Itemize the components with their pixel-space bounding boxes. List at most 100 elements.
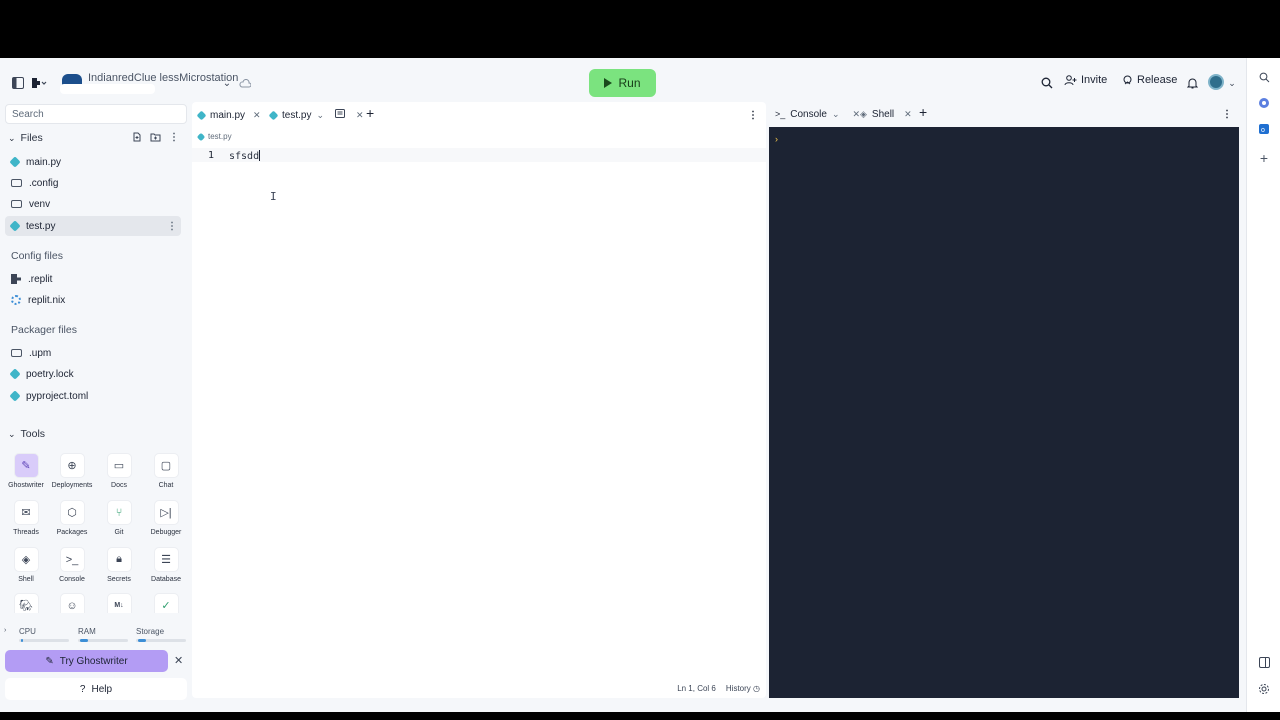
history-label: History bbox=[725, 683, 751, 693]
more-options-icon[interactable]: ⋮ bbox=[748, 106, 758, 124]
search-icon[interactable] bbox=[1038, 74, 1056, 92]
search-icon[interactable] bbox=[1257, 70, 1271, 84]
close-icon[interactable]: ✕ bbox=[253, 110, 261, 121]
chat-icon: ▢ bbox=[153, 453, 179, 478]
chevron-down-icon[interactable]: ⌄ bbox=[1223, 74, 1241, 92]
help-button[interactable]: ? Help bbox=[5, 678, 187, 700]
markdown-icon: M↓ bbox=[106, 593, 132, 613]
tool-shell[interactable]: ◈ Shell bbox=[3, 547, 49, 583]
tool-docs[interactable]: ▭ Docs bbox=[96, 453, 142, 489]
file-replit[interactable]: .replit bbox=[5, 269, 181, 289]
file-main-py[interactable]: main.py bbox=[5, 152, 181, 172]
tool-auth[interactable]: ☺ bbox=[49, 593, 95, 613]
user-avatar[interactable] bbox=[1208, 74, 1224, 90]
threads-icon: ✉ bbox=[13, 500, 39, 525]
more-options-icon[interactable]: ⋮ bbox=[169, 132, 179, 145]
more-options-icon[interactable]: ⋮ bbox=[1222, 105, 1232, 123]
files-title: Files bbox=[20, 132, 43, 144]
console-icon: >_ bbox=[59, 547, 85, 572]
new-tab-plus-icon[interactable]: + bbox=[366, 104, 374, 122]
folder-config[interactable]: .config bbox=[5, 173, 181, 193]
python-icon bbox=[9, 390, 21, 402]
console-output[interactable]: › bbox=[769, 127, 1239, 698]
tools-section-header[interactable]: ⌄ Tools bbox=[8, 428, 45, 440]
run-button[interactable]: Run bbox=[589, 69, 656, 97]
tool-postgres[interactable]: 🐘︎ bbox=[3, 593, 49, 613]
close-icon[interactable]: ✕ bbox=[174, 654, 183, 667]
cursor-position[interactable]: Ln 1, Col 6 bbox=[677, 684, 716, 693]
database-icon: ☰ bbox=[153, 547, 179, 572]
invite-label: Invite bbox=[1081, 74, 1108, 86]
tab-shell[interactable]: ◈ Shell ✕ bbox=[860, 105, 912, 123]
outlook-icon[interactable]: o bbox=[1257, 122, 1271, 136]
tab-main-py[interactable]: main.py ✕ bbox=[196, 106, 261, 124]
extension-icon[interactable] bbox=[1257, 96, 1271, 110]
sidebar-panel-icon[interactable] bbox=[1257, 655, 1271, 669]
gear-icon[interactable] bbox=[1257, 682, 1271, 696]
folder-upm[interactable]: .upm bbox=[5, 343, 181, 363]
tool-markdown[interactable]: M↓ bbox=[96, 593, 142, 613]
chevron-down-icon[interactable]: ⌄ bbox=[218, 74, 236, 92]
console-prompt: › bbox=[775, 134, 778, 144]
python-icon bbox=[196, 132, 206, 141]
files-section-header[interactable]: ⌄ Files bbox=[8, 132, 43, 144]
file-test-py[interactable]: test.py ⋮ bbox=[5, 216, 181, 236]
new-file-icon[interactable] bbox=[132, 132, 142, 145]
line-number: 1 bbox=[208, 150, 215, 161]
mouse-ibeam-cursor: I bbox=[270, 190, 277, 203]
deployments-icon: ⊕ bbox=[59, 453, 85, 478]
close-icon[interactable]: ✕ bbox=[904, 109, 912, 120]
lock-icon: 🔒︎ bbox=[106, 547, 132, 572]
close-icon[interactable]: ✕ bbox=[853, 109, 861, 120]
search-input[interactable]: Search bbox=[5, 104, 187, 124]
tab-test-py[interactable]: test.py ⌄ ✕ bbox=[268, 106, 364, 124]
close-icon[interactable]: ✕ bbox=[356, 110, 364, 121]
chevron-down-icon: ⌄ bbox=[8, 428, 16, 439]
git-icon: ⑂ bbox=[106, 500, 132, 525]
new-folder-icon[interactable] bbox=[150, 132, 161, 145]
file-replit-nix[interactable]: replit.nix bbox=[5, 290, 181, 310]
tool-console[interactable]: >_ Console bbox=[49, 547, 95, 583]
tool-label: Git bbox=[114, 529, 124, 536]
bell-icon[interactable] bbox=[1183, 74, 1201, 92]
tool-git[interactable]: ⑂ Git bbox=[96, 500, 142, 536]
release-button[interactable]: Release bbox=[1122, 74, 1177, 86]
tab-console[interactable]: >_ Console ⌄ ✕ bbox=[775, 105, 860, 123]
resource-usage[interactable]: › CPU RAM Storage bbox=[4, 626, 187, 646]
history-button[interactable]: History ◷ bbox=[726, 684, 760, 693]
tool-label: Chat bbox=[158, 482, 174, 489]
tool-chat[interactable]: ▢ Chat bbox=[143, 453, 189, 489]
chevron-down-icon[interactable]: ⌄ bbox=[316, 110, 324, 121]
tool-threads[interactable]: ✉ Threads bbox=[3, 500, 49, 536]
python-icon bbox=[9, 156, 21, 168]
tool-packages[interactable]: ⬡ Packages bbox=[49, 500, 95, 536]
tool-database[interactable]: ☰ Database bbox=[143, 547, 189, 583]
docs-icon: ▭ bbox=[106, 453, 132, 478]
replit-menu-icon[interactable] bbox=[30, 74, 48, 92]
ghostwriter-icon: ✎ bbox=[45, 655, 54, 667]
tool-unit-tests[interactable]: ✓ bbox=[143, 593, 189, 613]
split-view-icon[interactable] bbox=[335, 109, 346, 121]
ghostwriter-label: Try Ghostwriter bbox=[59, 655, 128, 667]
python-icon bbox=[268, 110, 279, 120]
invite-button[interactable]: Invite bbox=[1064, 74, 1107, 86]
try-ghostwriter-button[interactable]: ✎ Try Ghostwriter bbox=[5, 650, 168, 672]
plus-icon[interactable]: + bbox=[1257, 150, 1271, 166]
console-tabs: >_ Console ⌄ ✕ ◈ Shell ✕ + ⋮ bbox=[769, 102, 1239, 127]
code-line[interactable]: sfsdd bbox=[229, 150, 261, 162]
repl-name[interactable]: IndianredClue lessMicrostation bbox=[88, 72, 238, 84]
tool-ghostwriter[interactable]: ✎ Ghostwriter bbox=[3, 453, 49, 489]
file-pyproject-toml[interactable]: pyproject.toml bbox=[5, 386, 181, 406]
tool-deployments[interactable]: ⊕ Deployments bbox=[49, 453, 95, 489]
tool-debugger[interactable]: ▷| Debugger bbox=[143, 500, 189, 536]
sidebar-toggle-icon[interactable] bbox=[9, 74, 27, 92]
file-poetry-lock[interactable]: poetry.lock bbox=[5, 364, 181, 384]
tool-secrets[interactable]: 🔒︎ Secrets bbox=[96, 547, 142, 583]
new-tab-plus-icon[interactable]: + bbox=[919, 103, 927, 121]
folder-venv[interactable]: venv bbox=[5, 194, 181, 214]
more-options-icon[interactable]: ⋮ bbox=[167, 221, 177, 232]
breadcrumb-file[interactable]: test.py bbox=[208, 132, 232, 141]
tool-label: Shell bbox=[18, 576, 34, 583]
tool-label: Console bbox=[59, 576, 85, 583]
chevron-down-icon[interactable]: ⌄ bbox=[832, 109, 840, 120]
